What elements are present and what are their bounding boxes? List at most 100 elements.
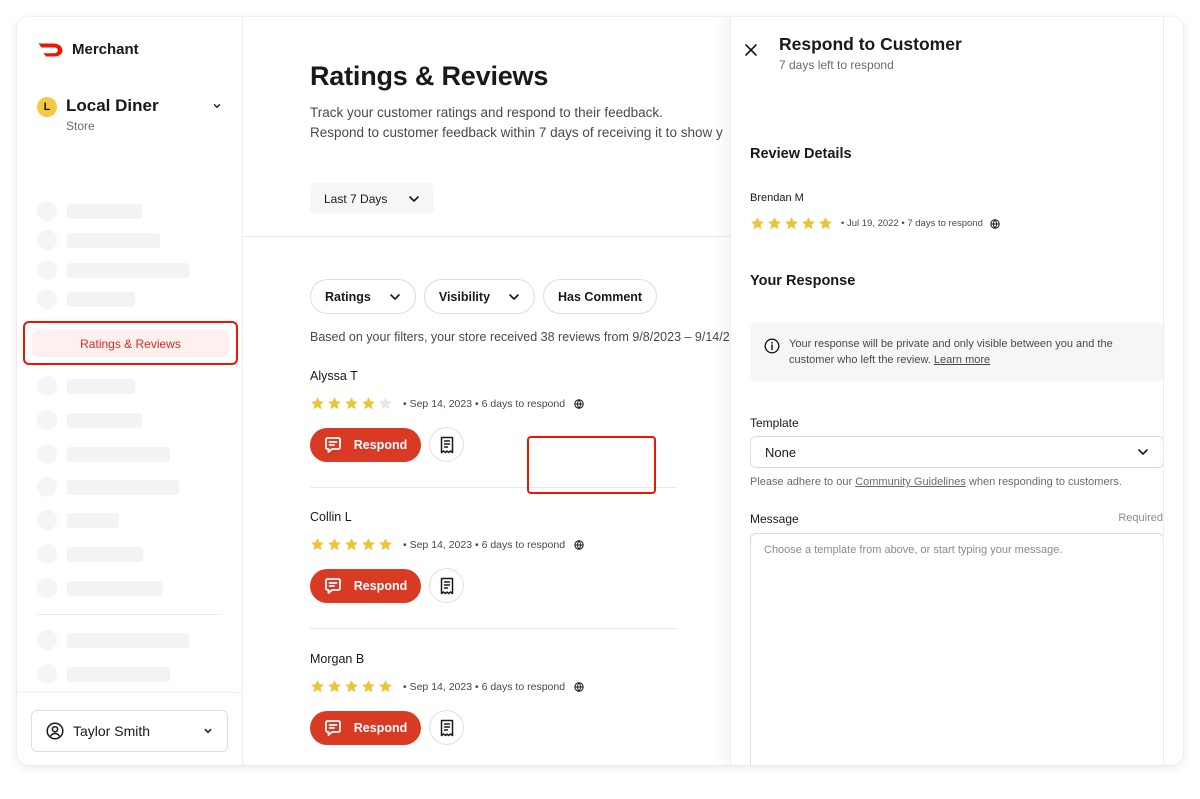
nav-item-placeholder[interactable]: [37, 664, 170, 684]
globe-icon: [574, 398, 584, 409]
store-type: Store: [66, 119, 95, 133]
globe-icon: [990, 218, 1000, 229]
reviewer-name: Collin L: [310, 510, 352, 524]
nav-icon-placeholder: [37, 664, 57, 684]
view-order-button[interactable]: [429, 710, 464, 745]
reviewer-name: Brendan M: [750, 192, 804, 204]
star-filled-icon: [379, 538, 392, 551]
star-filled-icon: [311, 680, 324, 693]
template-value: None: [765, 444, 797, 460]
star-filled-icon: [751, 217, 764, 230]
nav-label-placeholder: [67, 412, 142, 428]
nav-item-placeholder[interactable]: [37, 544, 143, 564]
star-rating: [310, 537, 393, 552]
nav-item-placeholder[interactable]: [37, 578, 163, 598]
guidelines-note: Please adhere to our Community Guideline…: [750, 476, 1122, 488]
sidebar-item-ratings-reviews[interactable]: Ratings & Reviews: [32, 330, 229, 357]
page-title: Ratings & Reviews: [310, 61, 549, 91]
nav-label-placeholder: [67, 203, 142, 219]
nav-label-placeholder: [67, 262, 189, 278]
respond-button[interactable]: Respond: [310, 710, 421, 745]
panel-scrollbar[interactable]: [1163, 17, 1183, 765]
respond-button[interactable]: Respond: [310, 427, 421, 462]
chevron-down-icon: [204, 728, 212, 734]
nav-label-placeholder: [67, 632, 189, 648]
receipt-icon: [440, 436, 453, 453]
user-circle-icon: [46, 722, 64, 740]
globe-icon: [574, 539, 584, 550]
nav-icon-placeholder: [37, 410, 57, 430]
globe-icon: [574, 681, 584, 692]
sidebar-footer: Taylor Smith: [17, 692, 243, 765]
learn-more-link[interactable]: Learn more: [934, 354, 990, 366]
page-description: Track your customer ratings and respond …: [310, 103, 723, 143]
nav-item-placeholder[interactable]: [37, 376, 135, 396]
filter-bar: Ratings Visibility Has Comment: [310, 279, 658, 314]
chevron-down-icon: [390, 293, 400, 300]
nav-label-placeholder: [67, 232, 160, 248]
close-icon[interactable]: [744, 43, 758, 57]
review-date: • Sep 14, 2023 • 6 days to respond: [403, 680, 566, 693]
chevron-down-icon: [1138, 449, 1148, 455]
panel-subtitle: 7 days left to respond: [779, 58, 894, 72]
your-response-heading: Your Response: [750, 273, 856, 289]
chevron-down-icon: [509, 293, 519, 300]
respond-label: Respond: [353, 720, 408, 735]
nav-icon-placeholder: [37, 630, 57, 650]
nav-item-placeholder[interactable]: [37, 477, 179, 497]
nav-label-placeholder: [67, 479, 179, 495]
star-filled-icon: [362, 680, 375, 693]
nav-label-placeholder: [67, 580, 163, 596]
template-select[interactable]: None: [750, 436, 1164, 468]
filter-visibility[interactable]: Visibility: [423, 279, 536, 314]
respond-button[interactable]: Respond: [310, 568, 421, 603]
review-details-heading: Review Details: [750, 146, 852, 162]
review-summary: Based on your filters, your store receiv…: [310, 330, 730, 344]
view-order-button[interactable]: [429, 427, 464, 462]
nav-item-placeholder[interactable]: [37, 230, 160, 250]
nav-item-placeholder[interactable]: [37, 289, 135, 309]
nav-icon-placeholder: [37, 230, 57, 250]
nav-icon-placeholder: [37, 578, 57, 598]
nav-item-placeholder[interactable]: [37, 630, 189, 650]
filter-label: Visibility: [438, 289, 491, 304]
brand-name: Merchant: [72, 41, 139, 58]
nav-item-placeholder[interactable]: [37, 444, 170, 464]
nav-item-placeholder[interactable]: [37, 410, 142, 430]
filter-has-comment[interactable]: Has Comment: [543, 279, 658, 314]
nav-item-placeholder[interactable]: [37, 201, 142, 221]
community-guidelines-link[interactable]: Community Guidelines: [855, 476, 966, 488]
filter-ratings[interactable]: Ratings: [310, 279, 416, 314]
respond-panel: Respond to Customer 7 days left to respo…: [730, 17, 1183, 765]
brand[interactable]: Merchant: [38, 41, 139, 58]
review-item: Morgan B • Sep 14, 2023 • 6 days to resp…: [310, 652, 678, 745]
chat-bubble-icon: [324, 719, 341, 736]
nav-icon-placeholder: [37, 510, 57, 530]
user-menu-button[interactable]: Taylor Smith: [31, 710, 228, 752]
star-filled-icon: [311, 538, 324, 551]
nav-item-placeholder[interactable]: [37, 510, 119, 530]
review-meta: • Sep 14, 2023 • 6 days to respond: [310, 396, 678, 411]
description-line: Track your customer ratings and respond …: [310, 105, 663, 120]
nav-icon-placeholder: [37, 201, 57, 221]
review-item: Alyssa T • Sep 14, 2023 • 6 days to resp…: [310, 369, 678, 462]
nav-icon-placeholder: [37, 477, 57, 497]
nav-icon-placeholder: [37, 260, 57, 280]
guidelines-prefix: Please adhere to our: [750, 476, 853, 488]
reviewer-name: Alyssa T: [310, 369, 358, 383]
nav-item-placeholder[interactable]: [37, 260, 189, 280]
review-date: • Sep 14, 2023 • 6 days to respond: [403, 538, 566, 551]
date-range-select[interactable]: Last 7 Days: [310, 183, 434, 214]
view-order-button[interactable]: [429, 568, 464, 603]
respond-label: Respond: [353, 578, 408, 593]
star-filled-icon: [785, 217, 798, 230]
review-actions: Respond: [310, 568, 678, 603]
nav-icon-placeholder: [37, 376, 57, 396]
message-input[interactable]: [750, 533, 1164, 765]
required-indicator: Required: [1118, 512, 1163, 524]
nav-icon-placeholder: [37, 289, 57, 309]
star-filled-icon: [328, 397, 341, 410]
info-icon: [764, 338, 780, 354]
star-filled-icon: [768, 217, 781, 230]
star-rating: [750, 216, 833, 231]
